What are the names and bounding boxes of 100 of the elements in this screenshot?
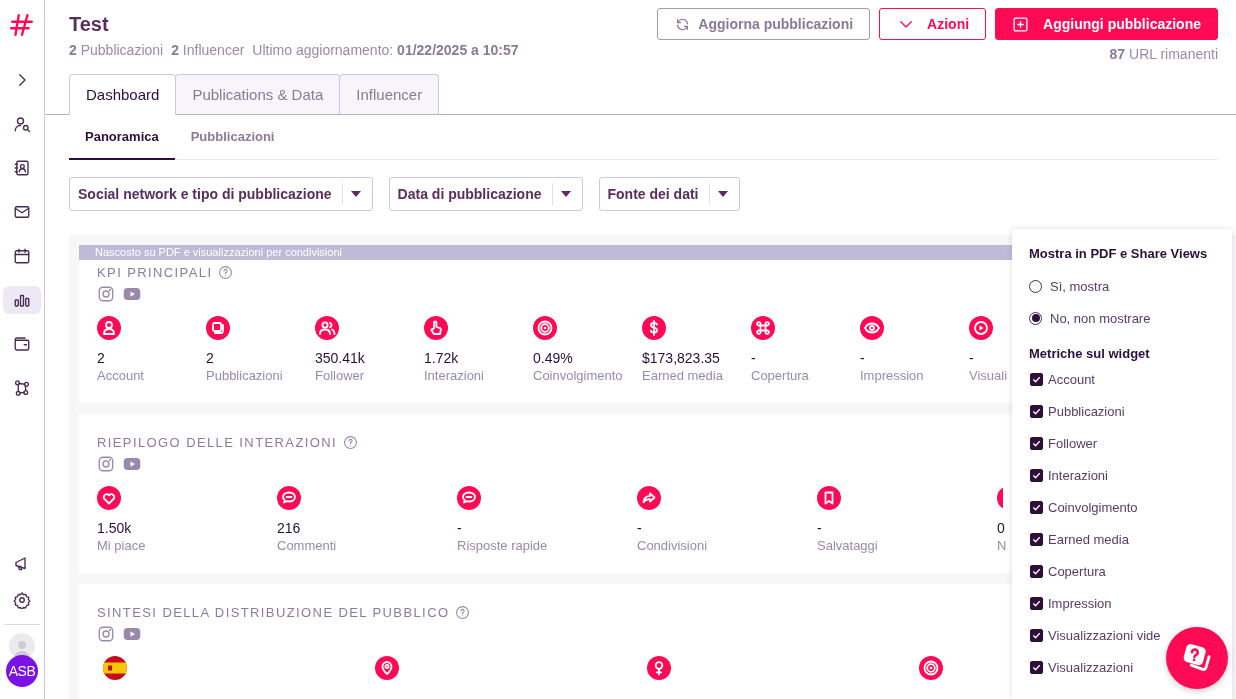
caret-down-icon: [560, 191, 571, 197]
metric-label: N: [997, 537, 1007, 554]
radio-label: Sì, mostra: [1050, 278, 1110, 294]
checkbox[interactable]: [1030, 596, 1043, 610]
metric-label: Mi piace: [97, 537, 146, 554]
metric-label: Impression: [860, 367, 924, 384]
instagram-icon: [97, 285, 115, 303]
tab[interactable]: Dashboard: [69, 74, 177, 115]
target-icon: [919, 656, 943, 680]
video-play-icon: [123, 625, 141, 643]
help-icon: [343, 435, 359, 450]
hashtag-logo[interactable]: [9, 12, 35, 38]
add-publication-button[interactable]: Aggiungi pubblicazione: [995, 8, 1218, 40]
female-icon: [647, 656, 671, 680]
checkbox-label: Copertura: [1048, 563, 1106, 579]
share-icon: [637, 486, 661, 510]
caret-down-icon: [717, 191, 728, 197]
metric-value: 2: [97, 350, 105, 367]
caret-down-icon: [350, 191, 361, 197]
command-icon: [751, 316, 775, 340]
chat-icon: [457, 486, 481, 510]
metric-value: -: [457, 520, 462, 537]
actions-button[interactable]: Azioni: [879, 8, 987, 40]
user-search-icon: [13, 115, 31, 133]
metric-label: Risposte rapide: [457, 537, 548, 554]
checkbox[interactable]: [1030, 564, 1043, 578]
widget-title: KPI PRINCIPALI: [97, 265, 213, 280]
metric-value: 350.41k: [315, 350, 365, 367]
metric-value: 216: [277, 520, 301, 537]
metric-label: Follower: [315, 367, 365, 384]
metric-value: -: [860, 350, 865, 367]
eye-icon: [860, 316, 884, 340]
flag-icon: [103, 656, 127, 680]
checkbox[interactable]: [1030, 532, 1043, 546]
checkbox-label: Impression: [1048, 595, 1112, 611]
checkbox[interactable]: [1030, 404, 1043, 418]
metric-label: Account: [97, 367, 144, 384]
checkbox-label: Earned media: [1048, 531, 1129, 547]
avatar-placeholder-icon: [9, 633, 35, 659]
video-play-icon: [123, 285, 141, 303]
subtab[interactable]: Panoramica: [69, 115, 175, 160]
contact-book-icon: [13, 159, 31, 177]
checkbox[interactable]: [1030, 436, 1043, 450]
user-icon: [97, 316, 121, 340]
settings-icon: [13, 591, 31, 609]
tab[interactable]: Publications & Data: [175, 74, 341, 114]
checkbox[interactable]: [1030, 500, 1043, 514]
layers-icon: [206, 316, 230, 340]
metric-value: 2: [206, 350, 214, 367]
metric-value: 0: [997, 520, 1005, 537]
nav-item[interactable]: [3, 286, 41, 314]
metric-value: 0.49%: [533, 350, 573, 367]
subtab[interactable]: Pubblicazioni: [174, 115, 291, 160]
location-pin-icon: [375, 656, 399, 680]
metric-value: -: [817, 520, 822, 537]
checkbox-label: Follower: [1048, 435, 1098, 451]
target-icon: [533, 316, 557, 340]
checkbox[interactable]: [1030, 628, 1043, 642]
checkbox-label: Coinvolgimento: [1048, 499, 1138, 515]
video-play-icon: [123, 455, 141, 473]
metric-label: Salvataggi: [817, 537, 878, 554]
filter-dropdown[interactable]: Data di pubblicazione: [388, 177, 583, 211]
checkbox-label: Interazioni: [1048, 467, 1108, 483]
metric-label: Pubblicazioni: [206, 367, 283, 384]
chat-icon: [277, 486, 301, 510]
checkbox[interactable]: [1030, 468, 1043, 482]
metric-label: Commenti: [277, 537, 337, 554]
metric-label: Earned media: [642, 367, 723, 384]
mail-icon: [13, 203, 31, 221]
filter-dropdown[interactable]: Social network e tipo di pubblicazione: [69, 177, 373, 211]
metric-label: Coinvolgimento: [533, 367, 623, 384]
checkbox-label: Account: [1048, 371, 1095, 387]
metric-label: Copertura: [751, 367, 809, 384]
metric-value: -: [751, 350, 756, 367]
metric-label: Visuali: [969, 367, 1008, 384]
summary-text: Ultimo aggiornamento: 01/22/2025 a 10:57: [252, 42, 519, 58]
checkbox[interactable]: [1030, 660, 1043, 674]
checkbox-label: Pubblicazioni: [1048, 403, 1125, 419]
users-icon: [315, 316, 339, 340]
checkbox[interactable]: [1030, 372, 1043, 386]
page-title: Test: [69, 13, 110, 36]
refresh-button[interactable]: Aggiorna pubblicazioni: [657, 8, 871, 40]
tab[interactable]: Influencer: [339, 74, 440, 114]
help-icon: [218, 265, 234, 280]
metric-value: -: [637, 520, 642, 537]
metric-value: $173,823.35: [642, 350, 720, 367]
refresh-icon: [675, 16, 691, 32]
radio-label: No, non mostrare: [1050, 310, 1151, 326]
widget-title: SINTESI DELLA DISTRIBUZIONE DEL PUBBLICO: [97, 605, 450, 620]
instagram-icon: [97, 455, 115, 473]
user-avatar[interactable]: ASB: [6, 655, 38, 687]
url-quota-text: 87 URL rimanenti: [1109, 46, 1218, 62]
pointing-hand-icon: [424, 316, 448, 340]
metric-value: 1.50k: [97, 520, 132, 537]
section-title: Metriche sul widget: [1029, 346, 1151, 361]
metric-label: Condivisioni: [637, 537, 708, 554]
metric-value: 1.72k: [424, 350, 459, 367]
bookmark-icon: [817, 486, 841, 510]
metric-value: -: [969, 350, 974, 367]
filter-dropdown[interactable]: Fonte dei dati: [598, 177, 740, 211]
